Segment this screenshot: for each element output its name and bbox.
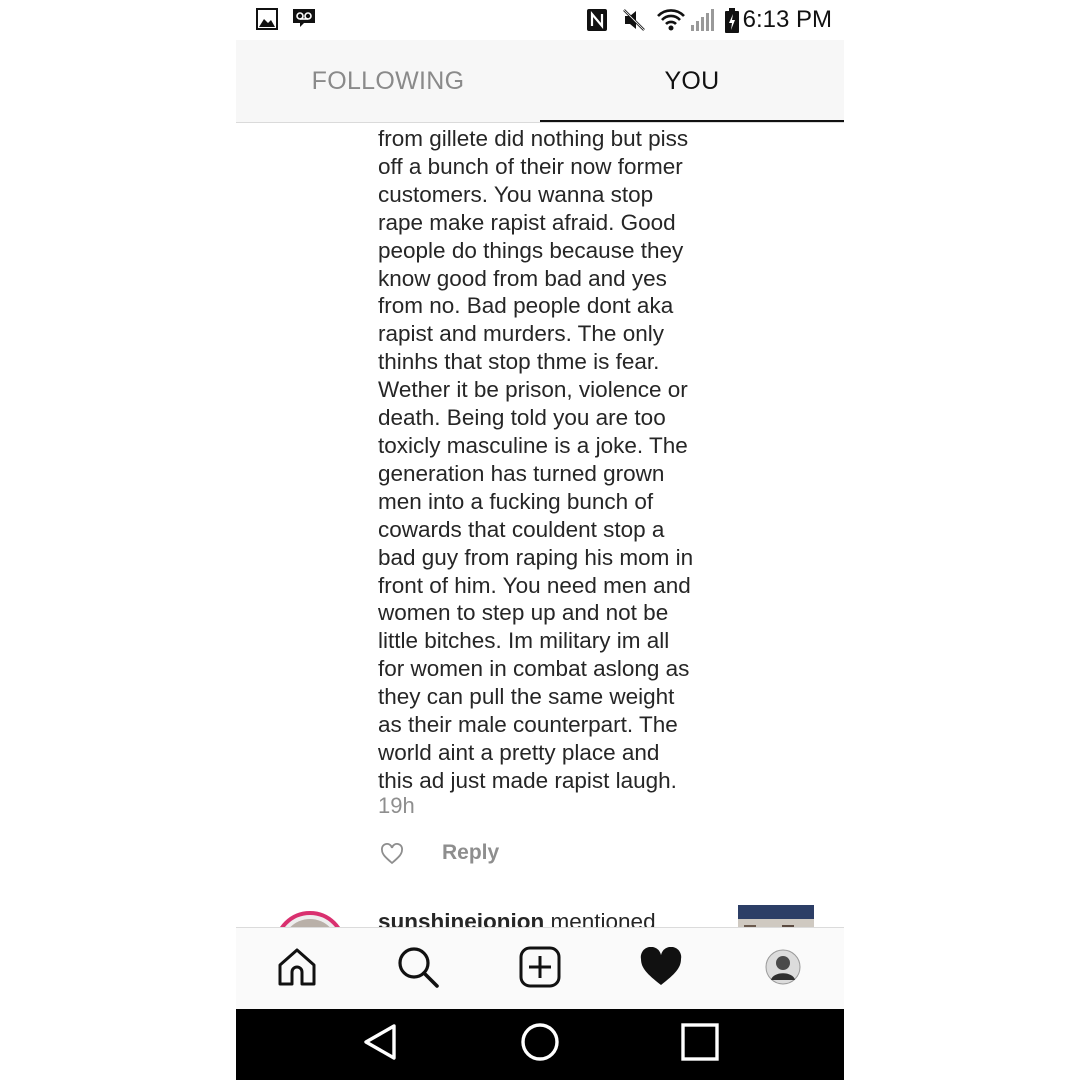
profile-avatar [765, 949, 801, 990]
signal-icon [690, 8, 716, 37]
nav-new-post[interactable] [479, 928, 600, 1010]
tab-you[interactable]: YOU [540, 40, 844, 122]
system-navigation-bar [236, 1009, 844, 1080]
like-icon[interactable] [380, 843, 404, 870]
recents-icon [681, 1023, 719, 1066]
gallery-icon [256, 8, 278, 35]
nav-profile[interactable] [722, 928, 843, 1010]
add-post-icon [519, 946, 561, 993]
notification-text: sunshineionion mentioned [378, 909, 656, 927]
notification-action: mentioned [550, 909, 656, 927]
activity-feed[interactable]: from gillete did nothing but piss off a … [236, 123, 844, 927]
back-button[interactable] [320, 1009, 440, 1080]
avatar-image [282, 919, 338, 927]
recents-button[interactable] [640, 1009, 760, 1080]
back-icon [362, 1023, 398, 1066]
username[interactable]: sunshineionion [378, 909, 544, 927]
bottom-navigation [236, 927, 844, 1010]
battery-charging-icon [724, 8, 740, 39]
voicemail-icon [292, 8, 316, 33]
nav-activity[interactable] [600, 928, 721, 1010]
wifi-icon [656, 8, 686, 37]
nfc-icon [586, 8, 608, 37]
comment-text: from gillete did nothing but piss off a … [378, 126, 694, 793]
reply-button[interactable]: Reply [442, 841, 499, 865]
phone-screen: 6:13 PM FOLLOWING YOU from gillete did n… [236, 0, 844, 1080]
comment-timestamp: 19h [378, 793, 415, 818]
activity-heart-icon [639, 946, 683, 992]
mute-icon [622, 8, 646, 37]
activity-tab-bar: FOLLOWING YOU [236, 40, 844, 123]
search-icon [396, 945, 440, 994]
tab-following[interactable]: FOLLOWING [236, 40, 540, 122]
avatar[interactable] [274, 911, 346, 927]
post-thumbnail[interactable] [738, 905, 814, 927]
status-bar: 6:13 PM [236, 0, 844, 40]
system-home-button[interactable] [480, 1009, 600, 1080]
nav-search[interactable] [357, 928, 478, 1010]
nav-home[interactable] [236, 928, 357, 1010]
home-icon [276, 946, 318, 993]
home-circle-icon [520, 1022, 560, 1067]
status-time: 6:13 PM [742, 6, 832, 33]
active-tab-indicator [540, 120, 844, 122]
